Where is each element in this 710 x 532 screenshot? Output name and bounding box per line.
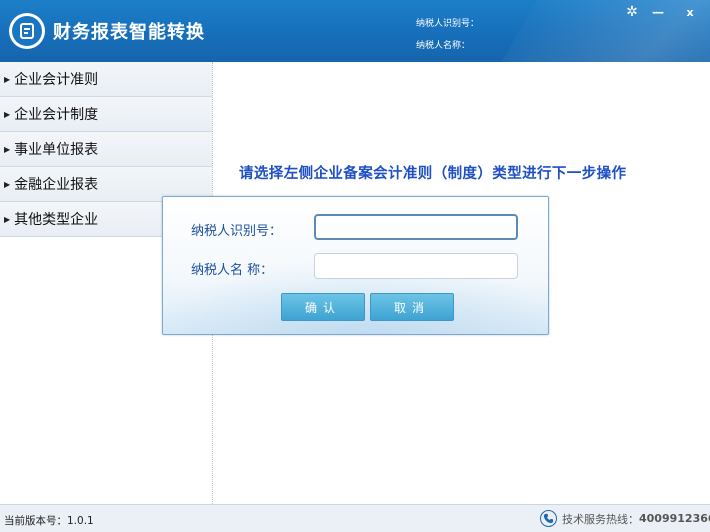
taxpayer-dialog: 纳税人识别号： 纳税人名 称： 确认 取消 (162, 196, 549, 335)
sidebar-item-label: 企业会计准则 (14, 72, 99, 88)
title-bar-highlight (479, 0, 710, 62)
taxpayer-id-label: 纳税人识别号： (191, 224, 283, 239)
taxpayer-name-input[interactable] (314, 253, 518, 279)
main-instruction: 请选择左侧企业备案会计准则（制度）类型进行下一步操作 (239, 166, 627, 182)
version-label: 当前版本号：1.0.1 (4, 515, 94, 527)
header-taxpayer-name-label: 纳税人名称： (416, 41, 471, 51)
triangle-right-icon: ▶ (4, 179, 11, 189)
close-icon[interactable]: x (683, 4, 697, 20)
phone-icon (540, 510, 557, 527)
sidebar-item-label: 事业单位报表 (14, 142, 99, 158)
triangle-right-icon: ▶ (4, 144, 11, 154)
hotline-label: 技术服务热线： (562, 512, 639, 526)
confirm-button[interactable]: 确认 (281, 293, 365, 321)
taxpayer-name-label: 纳税人名 称： (191, 263, 274, 278)
sidebar-item-enterprise-accounting-system[interactable]: ▶ 企业会计制度 (0, 97, 212, 132)
status-bar: 当前版本号：1.0.1 技术服务热线： 4009912366 (0, 504, 710, 532)
taxpayer-id-input[interactable] (314, 214, 518, 240)
sidebar-item-label: 金融企业报表 (14, 177, 99, 193)
hotline: 技术服务热线： 4009912366 (540, 510, 710, 527)
sidebar-item-label: 企业会计制度 (14, 107, 99, 123)
triangle-right-icon: ▶ (4, 74, 11, 84)
triangle-right-icon: ▶ (4, 214, 11, 224)
cancel-button[interactable]: 取消 (370, 293, 454, 321)
app-title: 财务报表智能转换 (53, 22, 205, 43)
sidebar-item-enterprise-accounting-standards[interactable]: ▶ 企业会计准则 (0, 62, 212, 97)
gear-icon[interactable]: ✲ (624, 4, 640, 20)
hotline-number: 4009912366 (639, 512, 710, 525)
logo-icon (9, 13, 45, 49)
triangle-right-icon: ▶ (4, 109, 11, 119)
minimize-icon[interactable]: — (650, 4, 666, 20)
sidebar-item-public-institution-reports[interactable]: ▶ 事业单位报表 (0, 132, 212, 167)
title-bar: 财务报表智能转换 纳税人识别号： 纳税人名称： ✲ — x (0, 0, 710, 62)
sidebar-item-label: 其他类型企业 (14, 212, 99, 228)
header-taxpayer-id-label: 纳税人识别号： (416, 19, 480, 29)
